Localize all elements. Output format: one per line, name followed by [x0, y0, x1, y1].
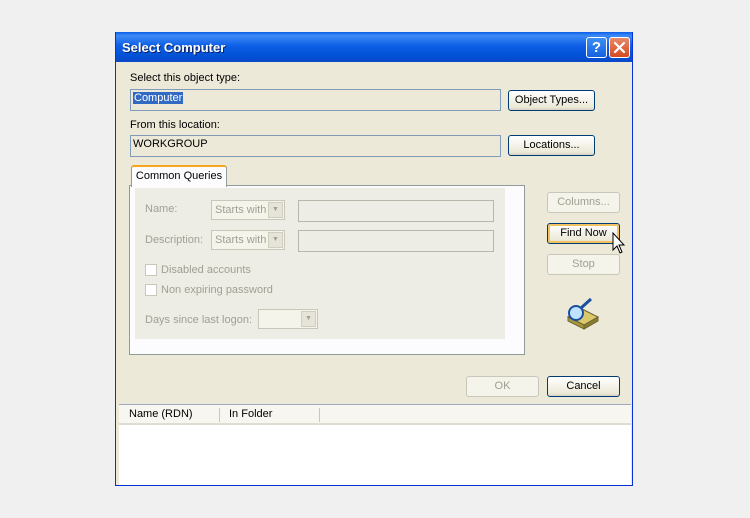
object-type-field[interactable]: Computer: [130, 89, 501, 111]
chevron-down-icon: ▼: [268, 232, 283, 248]
cancel-button[interactable]: Cancel: [547, 376, 620, 397]
disabled-accounts-checkbox[interactable]: [145, 264, 157, 276]
description-mode-value: Starts with: [215, 234, 267, 246]
location-value: WORKGROUP: [133, 138, 208, 150]
mouse-pointer-icon: [612, 231, 626, 256]
location-label: From this location:: [130, 119, 220, 131]
object-types-button[interactable]: Object Types...: [508, 90, 595, 111]
search-computer-icon: [564, 297, 602, 331]
title-bar[interactable]: Select Computer ?: [116, 32, 632, 62]
ok-button[interactable]: OK: [466, 376, 539, 397]
description-label: Description:: [145, 234, 204, 246]
column-separator[interactable]: [219, 408, 220, 422]
dialog-title: Select Computer: [122, 40, 226, 55]
query-area: Name: Starts with ▼ Description: Starts …: [135, 188, 505, 339]
tab-common-queries[interactable]: Common Queries: [131, 165, 227, 187]
close-icon[interactable]: [609, 37, 630, 58]
name-input[interactable]: [298, 200, 494, 222]
find-now-button[interactable]: Find Now: [547, 223, 620, 244]
days-since-logon-label: Days since last logon:: [145, 314, 252, 326]
disabled-accounts-label: Disabled accounts: [161, 264, 251, 276]
column-name-rdn[interactable]: Name (RDN): [129, 408, 193, 420]
stop-button[interactable]: Stop: [547, 254, 620, 275]
name-mode-value: Starts with: [215, 204, 267, 216]
non-expiring-password-checkbox[interactable]: [145, 284, 157, 296]
name-label: Name:: [145, 203, 178, 215]
select-computer-dialog: Select Computer ? Select this object typ…: [115, 32, 633, 486]
chevron-down-icon: ▼: [268, 202, 283, 218]
columns-button[interactable]: Columns...: [547, 192, 620, 213]
chevron-down-icon: ▼: [301, 311, 316, 327]
description-mode-select[interactable]: Starts with ▼: [211, 230, 285, 250]
help-icon[interactable]: ?: [586, 37, 607, 58]
results-list[interactable]: Name (RDN) In Folder: [119, 404, 631, 485]
locations-button[interactable]: Locations...: [508, 135, 595, 156]
location-field[interactable]: WORKGROUP: [130, 135, 501, 157]
object-type-value: Computer: [133, 92, 184, 104]
name-mode-select[interactable]: Starts with ▼: [211, 200, 285, 220]
object-type-label: Select this object type:: [130, 72, 241, 84]
column-in-folder[interactable]: In Folder: [229, 408, 272, 420]
description-input[interactable]: [298, 230, 494, 252]
common-queries-panel: Name: Starts with ▼ Description: Starts …: [129, 185, 525, 355]
days-since-logon-select[interactable]: ▼: [258, 309, 318, 329]
results-header: Name (RDN) In Folder: [119, 405, 631, 425]
column-separator[interactable]: [319, 408, 320, 422]
non-expiring-password-label: Non expiring password: [161, 284, 273, 296]
